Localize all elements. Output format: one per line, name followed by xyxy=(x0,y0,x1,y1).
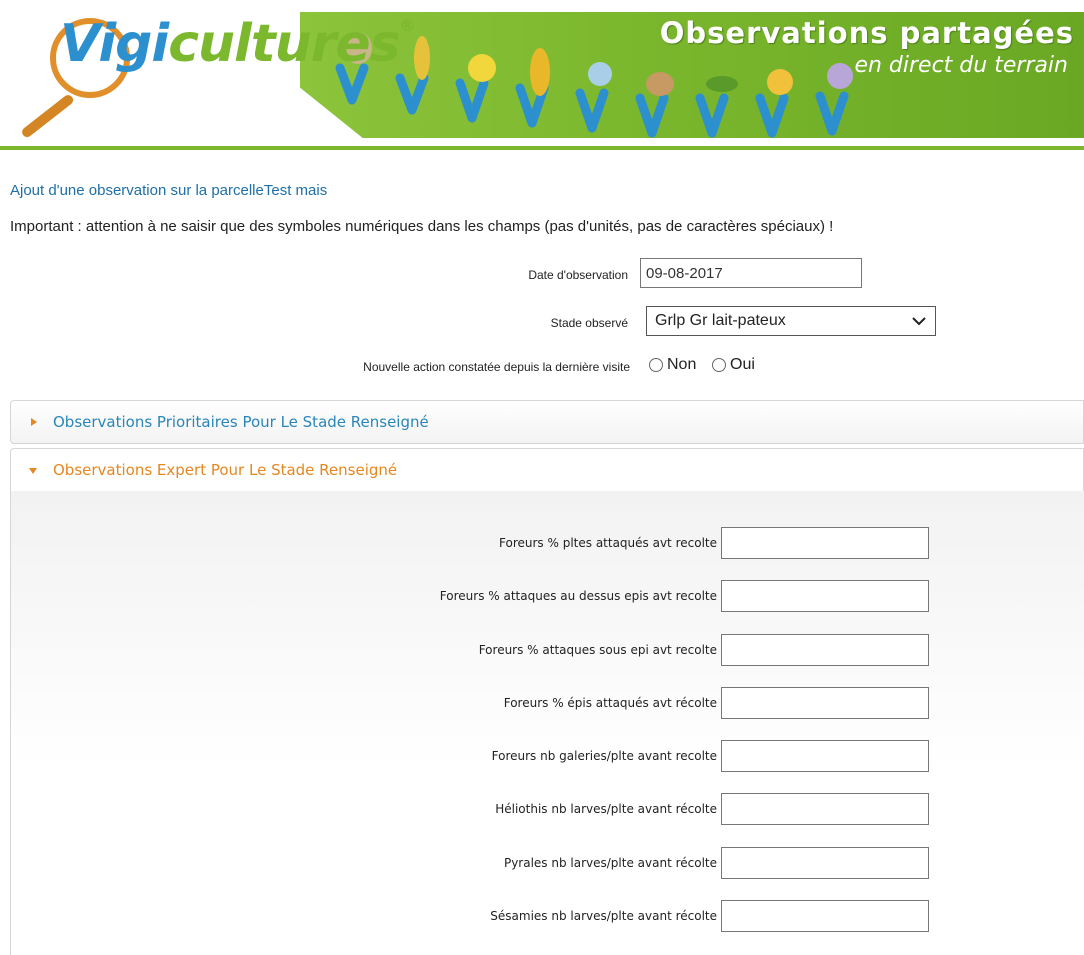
expert-field-row: Sésamies nb larves/plte avant récolte xyxy=(11,900,1084,932)
expert-field-row: Foreurs % pltes attaqués avt recolte xyxy=(11,527,1084,559)
nouvelle-action-label: Nouvelle action constatée depuis la dern… xyxy=(363,360,630,374)
caret-right-icon xyxy=(31,418,37,426)
radio-oui-label: Oui xyxy=(730,356,755,373)
expert-field-row: Foreurs % attaques sous epi avt recolte xyxy=(11,634,1084,666)
stade-observe-select[interactable]: Grlp Gr lait-pateux xyxy=(646,306,936,336)
expert-field-row: Pyrales nb larves/plte avant récolte xyxy=(11,847,1084,879)
expert-field-label: Foreurs % épis attaqués avt récolte xyxy=(503,696,717,710)
banner-divider xyxy=(0,146,1084,150)
caret-down-icon xyxy=(29,468,37,474)
expert-field-label: Sésamies nb larves/plte avant récolte xyxy=(490,909,717,923)
stade-selected-value: Grlp Gr lait-pateux xyxy=(655,312,786,329)
expert-field-input[interactable] xyxy=(721,740,929,772)
expert-field-input[interactable] xyxy=(721,527,929,559)
logo-text-vigi: Vigi xyxy=(60,14,169,74)
expert-field-row: Foreurs % épis attaqués avt récolte xyxy=(11,687,1084,719)
slogan-title: Observations partagées xyxy=(659,16,1074,50)
logo-text-cultures: cultures xyxy=(168,14,400,74)
expert-field-input[interactable] xyxy=(721,580,929,612)
expert-field-label: Foreurs % attaques au dessus epis avt re… xyxy=(439,589,717,603)
accordion-expert-label: Observations Expert Pour Le Stade Rensei… xyxy=(53,461,398,479)
date-observation-label: Date d'observation xyxy=(528,268,628,282)
expert-field-label: Foreurs % attaques sous epi avt recolte xyxy=(478,643,717,657)
magnifier-handle xyxy=(20,93,76,140)
expert-field-label: Pyrales nb larves/plte avant récolte xyxy=(503,856,717,870)
expert-field-input[interactable] xyxy=(721,847,929,879)
expert-field-input[interactable] xyxy=(721,793,929,825)
expert-field-row: Foreurs % attaques au dessus epis avt re… xyxy=(11,580,1084,612)
accordion-prioritaires-header[interactable]: Observations Prioritaires Pour Le Stade … xyxy=(10,400,1084,444)
expert-field-label: Foreurs nb galeries/plte avant recolte xyxy=(491,749,717,763)
date-observation-input[interactable] xyxy=(640,258,862,288)
site-logo[interactable]: Vigicultures® xyxy=(60,16,416,71)
expert-field-input[interactable] xyxy=(721,634,929,666)
radio-non-label: Non xyxy=(667,356,697,373)
radio-non-button[interactable] xyxy=(649,358,663,372)
stade-observe-label: Stade observé xyxy=(550,316,628,330)
chevron-down-icon xyxy=(912,317,926,326)
expert-field-input[interactable] xyxy=(721,900,929,932)
page-title: Ajout d'une observation sur la parcelleT… xyxy=(10,182,328,199)
radio-option-non[interactable]: Non xyxy=(649,356,696,374)
expert-field-label: Héliothis nb larves/plte avant récolte xyxy=(495,802,717,816)
expert-field-row: Foreurs nb galeries/plte avant recolte xyxy=(11,740,1084,772)
warning-text: Important : attention à ne saisir que de… xyxy=(10,218,834,235)
expert-field-label: Foreurs % pltes attaqués avt recolte xyxy=(499,536,717,550)
header-banner: Vigicultures® Observations partagées en … xyxy=(0,0,1084,152)
slogan-subtitle: en direct du terrain xyxy=(854,53,1068,78)
accordion-expert-panel: Foreurs % pltes attaqués avt recolte For… xyxy=(10,491,1084,955)
radio-oui-button[interactable] xyxy=(712,358,726,372)
registered-mark: ® xyxy=(399,16,416,35)
expert-field-input[interactable] xyxy=(721,687,929,719)
accordion-expert-header[interactable]: Observations Expert Pour Le Stade Rensei… xyxy=(10,448,1084,492)
expert-field-row: Héliothis nb larves/plte avant récolte xyxy=(11,793,1084,825)
accordion-prioritaires-label: Observations Prioritaires Pour Le Stade … xyxy=(53,413,429,431)
radio-option-oui[interactable]: Oui xyxy=(712,356,755,374)
page: Vigicultures® Observations partagées en … xyxy=(0,0,1084,955)
